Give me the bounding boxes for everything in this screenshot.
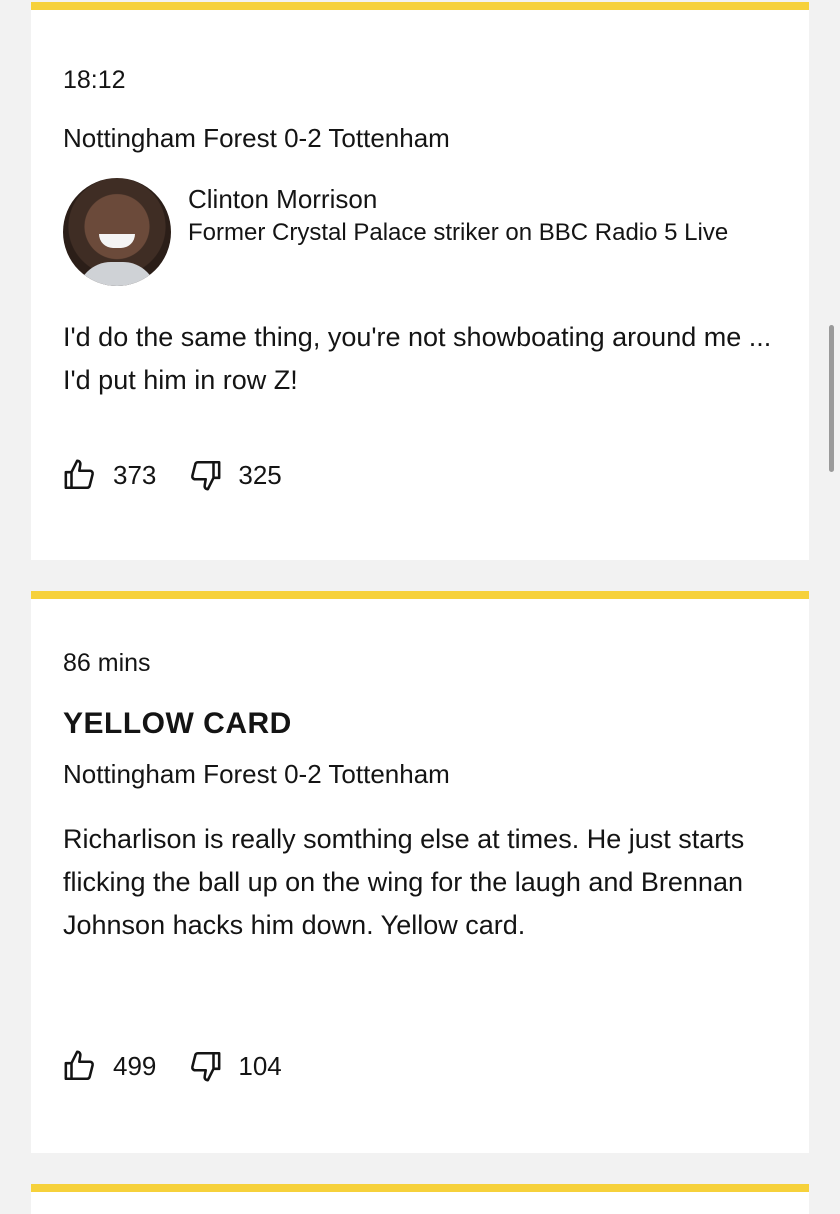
entry-time: 18:12 xyxy=(63,66,126,94)
author-role: Former Crystal Palace striker on BBC Rad… xyxy=(188,219,729,246)
live-entry-card xyxy=(31,1184,809,1214)
thumbs-up-icon xyxy=(64,459,94,490)
live-entry-card: 86 mins YELLOW CARD Nottingham Forest 0-… xyxy=(31,591,809,1153)
entry-headline: Nottingham Forest 0-2 Tottenham xyxy=(63,123,450,153)
dislike-button[interactable]: 325 xyxy=(188,458,282,492)
like-count: 499 xyxy=(113,1050,157,1081)
entry-time: 86 mins xyxy=(63,649,151,677)
dislike-count: 325 xyxy=(238,459,282,490)
entry-headline: Nottingham Forest 0-2 Tottenham xyxy=(63,759,450,789)
thumbs-down-icon xyxy=(191,1051,221,1082)
author-block: Clinton Morrison Former Crystal Palace s… xyxy=(63,178,788,286)
dislike-button[interactable]: 104 xyxy=(188,1049,282,1083)
scrollbar[interactable] xyxy=(829,325,834,472)
reactions-bar: 373 325 xyxy=(63,458,314,492)
like-count: 373 xyxy=(113,459,157,490)
like-button[interactable]: 373 xyxy=(63,458,156,492)
thumbs-down-icon xyxy=(191,460,221,491)
dislike-count: 104 xyxy=(238,1050,282,1081)
entry-body: I'd do the same thing, you're not showbo… xyxy=(63,322,772,395)
thumbs-up-icon xyxy=(64,1050,94,1081)
like-button[interactable]: 499 xyxy=(63,1049,156,1083)
live-entry-card: 18:12 Nottingham Forest 0-2 Tottenham Cl… xyxy=(31,2,809,560)
reactions-bar: 499 104 xyxy=(63,1049,314,1083)
author-name: Clinton Morrison xyxy=(188,184,378,214)
author-avatar xyxy=(63,178,171,286)
entry-body: Richarlison is really somthing else at t… xyxy=(63,824,745,940)
event-label: YELLOW CARD xyxy=(63,707,292,740)
